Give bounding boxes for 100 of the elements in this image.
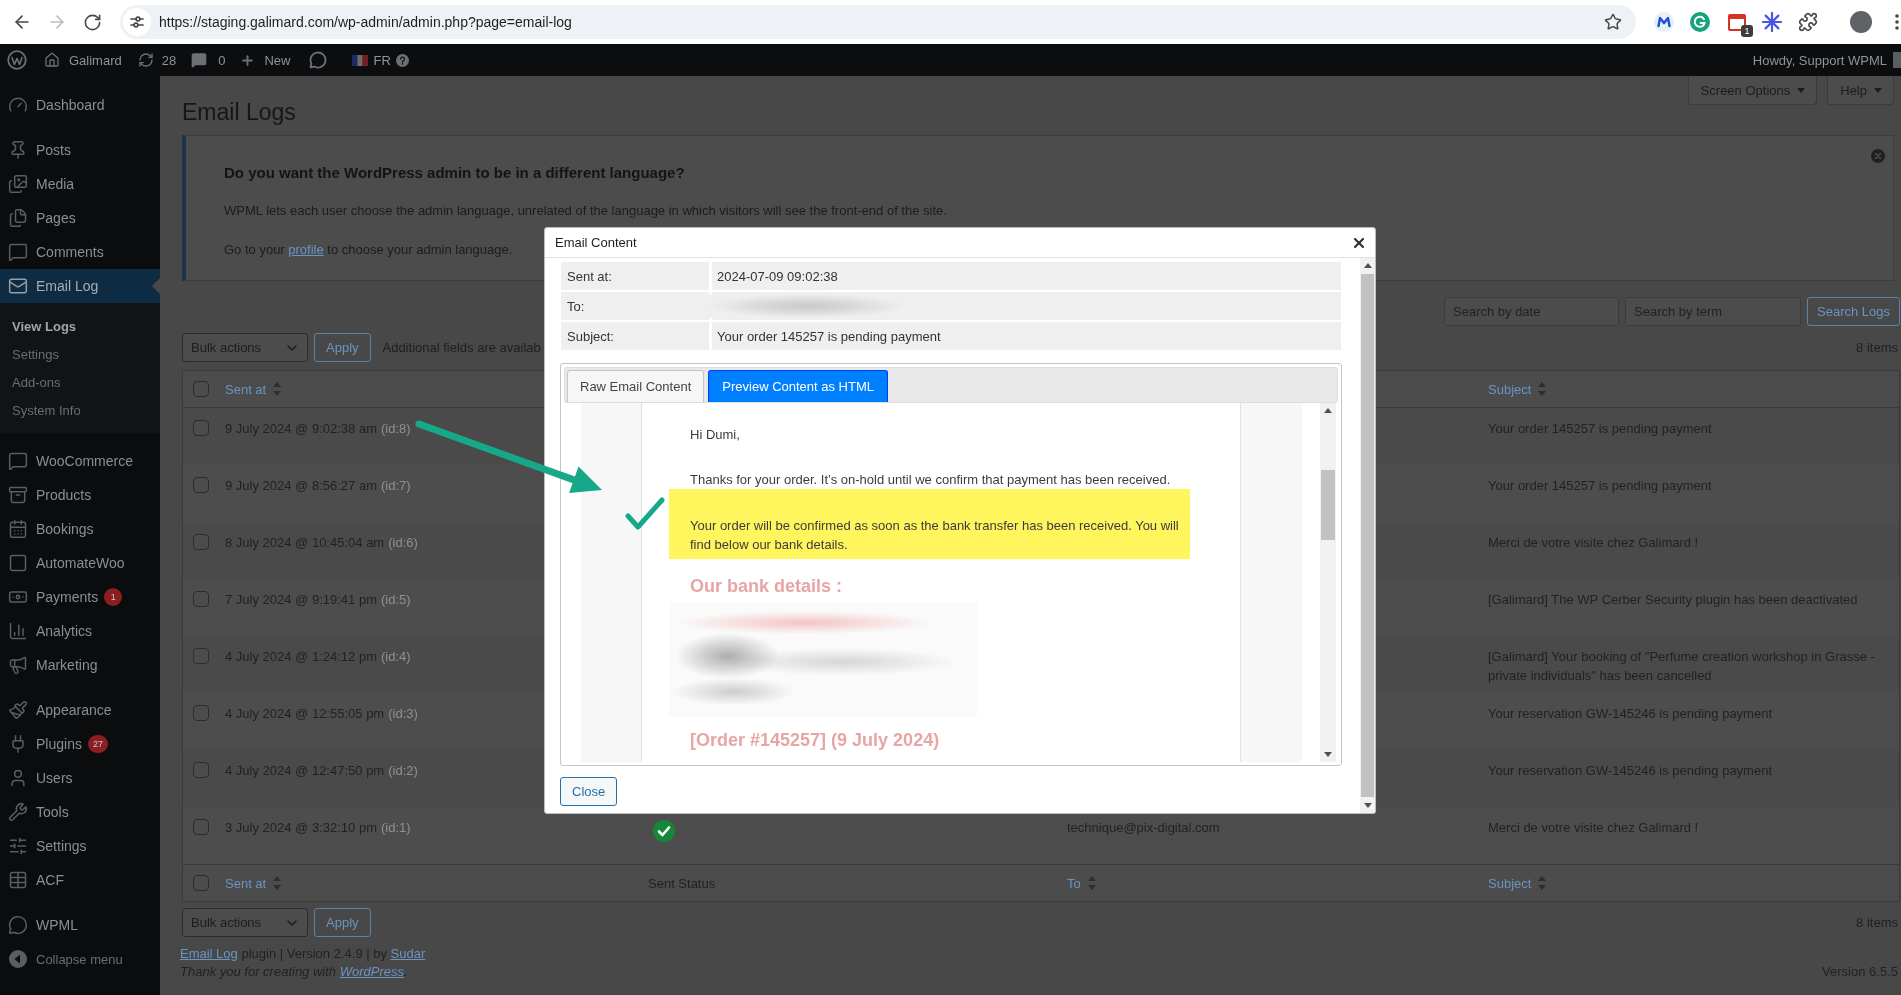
caret-icon (1797, 87, 1806, 93)
count-badge: 1 (104, 588, 123, 606)
log-id: (id:4) (380, 649, 411, 664)
menu-item[interactable]: Payments 1 (0, 580, 160, 614)
arrow-down-icon[interactable] (1363, 803, 1372, 808)
asterisk-icon[interactable] (1762, 12, 1782, 32)
more-menu-icon[interactable] (1895, 14, 1899, 30)
close-button[interactable]: Close (560, 777, 618, 806)
meta-label: Sent at: (561, 262, 709, 290)
menu-item[interactable]: Marketing (0, 648, 160, 682)
menu-item[interactable]: AutomateWoo (0, 546, 160, 580)
menu-item[interactable]: WooCommerce (0, 444, 160, 478)
updates-link[interactable]: 28 (137, 44, 177, 76)
meta-label: Subject: (561, 322, 709, 350)
mail-icon (8, 276, 28, 296)
checkbox[interactable] (193, 381, 209, 397)
count-badge: 27 (87, 735, 108, 753)
checkbox[interactable] (193, 762, 209, 778)
log-id: (id:3) (388, 706, 418, 721)
log-id: (id:8) (380, 421, 411, 436)
meta-label: To: (561, 292, 709, 320)
email-paragraph: Thanks for your order. It’s on-hold until we confirm that payment has been received. (690, 471, 1172, 489)
meta-value: 2024-07-09 09:02:38 (712, 262, 1341, 290)
menu-item[interactable]: Analytics (0, 614, 160, 648)
dialog-title: Email Content (555, 235, 637, 250)
menu-item[interactable]: Products (0, 478, 160, 512)
puzzle-icon[interactable] (1798, 12, 1818, 32)
menu-item[interactable]: Pages (0, 201, 160, 235)
language-switcher[interactable]: FR (352, 44, 409, 76)
submenu-item[interactable]: Add-ons (0, 368, 160, 397)
table-icon (8, 870, 28, 890)
submenu-item[interactable]: View Logs (0, 312, 160, 341)
speech-bubble-icon (8, 242, 28, 262)
menu-item[interactable]: Appearance (0, 693, 160, 727)
arrow-up-icon[interactable] (1363, 263, 1372, 268)
checkbox[interactable] (193, 420, 209, 436)
zigzag-logo-icon[interactable] (1654, 12, 1674, 32)
user-icon (8, 768, 28, 788)
flag-icon (352, 54, 369, 66)
sliders-icon[interactable] (123, 8, 151, 36)
refresh-icon (137, 52, 154, 68)
square-icon (8, 553, 28, 573)
sliders-icon (8, 836, 28, 856)
gauge-icon (8, 95, 28, 115)
wrench-icon (8, 802, 28, 822)
menu-item[interactable]: Posts (0, 133, 160, 167)
menu-item[interactable]: Users (0, 761, 160, 795)
menu-item[interactable]: Plugins 27 (0, 727, 160, 761)
collapse-menu-button[interactable]: Collapse menu (0, 942, 160, 976)
circle-logo-icon[interactable] (1690, 12, 1710, 32)
circle-logo-icon[interactable] (7, 50, 27, 70)
bank-heading: Our bank details : (690, 575, 844, 597)
collapse-icon (8, 949, 28, 969)
files-icon (8, 208, 28, 228)
menu-item[interactable]: WPML (0, 908, 160, 942)
submenu-item[interactable]: Settings (0, 340, 160, 369)
calendar-icon (8, 519, 28, 539)
notice-heading: Do you want the WordPress admin to be in a different language? (224, 163, 686, 183)
scrollbar-thumb[interactable] (1321, 470, 1335, 540)
help-icon (395, 53, 409, 67)
checkbox[interactable] (193, 875, 209, 891)
images-icon (8, 174, 28, 194)
checkbox[interactable] (193, 648, 209, 664)
arrow-up-icon[interactable] (1324, 408, 1332, 413)
arrow-down-icon[interactable] (1324, 752, 1332, 757)
star-icon[interactable] (1604, 13, 1622, 31)
menu-item[interactable]: Email Log (0, 269, 160, 303)
menu-item[interactable]: ACF (0, 863, 160, 897)
submenu-item[interactable]: System Info (0, 396, 160, 425)
menu-item[interactable]: Settings (0, 829, 160, 863)
menu-item[interactable]: Comments (0, 235, 160, 269)
checkbox[interactable] (193, 591, 209, 607)
greeting-text[interactable]: Howdy, Support WPML (1752, 52, 1887, 68)
menu-item[interactable]: Dashboard (0, 88, 160, 122)
log-id: (id:1) (380, 820, 411, 835)
checkbox[interactable] (193, 819, 209, 835)
menu-item[interactable]: Media (0, 167, 160, 201)
log-id: (id:2) (388, 763, 418, 778)
comments-link[interactable]: 0 (191, 44, 226, 76)
plus-icon (240, 52, 256, 68)
address-bar[interactable]: https://staging.galimard.com/wp-admin/admin.php?page=email-log (120, 5, 1636, 39)
speech-bubble-icon (8, 451, 28, 471)
menu-item[interactable]: Bookings (0, 512, 160, 546)
menu-item[interactable]: Tools (0, 795, 160, 829)
reload-icon[interactable] (83, 12, 102, 32)
checkbox[interactable] (193, 534, 209, 550)
log-id: (id:6) (388, 535, 418, 550)
new-link[interactable]: New (240, 44, 291, 76)
scrollbar-thumb[interactable] (1361, 274, 1374, 797)
speech-bubble-icon (191, 52, 208, 68)
tab[interactable]: Raw Email Content (567, 370, 705, 402)
checkbox[interactable] (193, 705, 209, 721)
calendar-icon[interactable] (1727, 12, 1747, 32)
site-link[interactable]: Galimard (44, 44, 122, 76)
tab[interactable]: Preview Content as HTML (708, 370, 888, 402)
paintbrush-icon (8, 700, 28, 720)
order-heading: [Order #145257] (9 July 2024) (690, 729, 941, 751)
checkmark-annotation (624, 496, 666, 532)
avatar-icon[interactable] (1850, 11, 1872, 33)
checkbox[interactable] (193, 477, 209, 493)
